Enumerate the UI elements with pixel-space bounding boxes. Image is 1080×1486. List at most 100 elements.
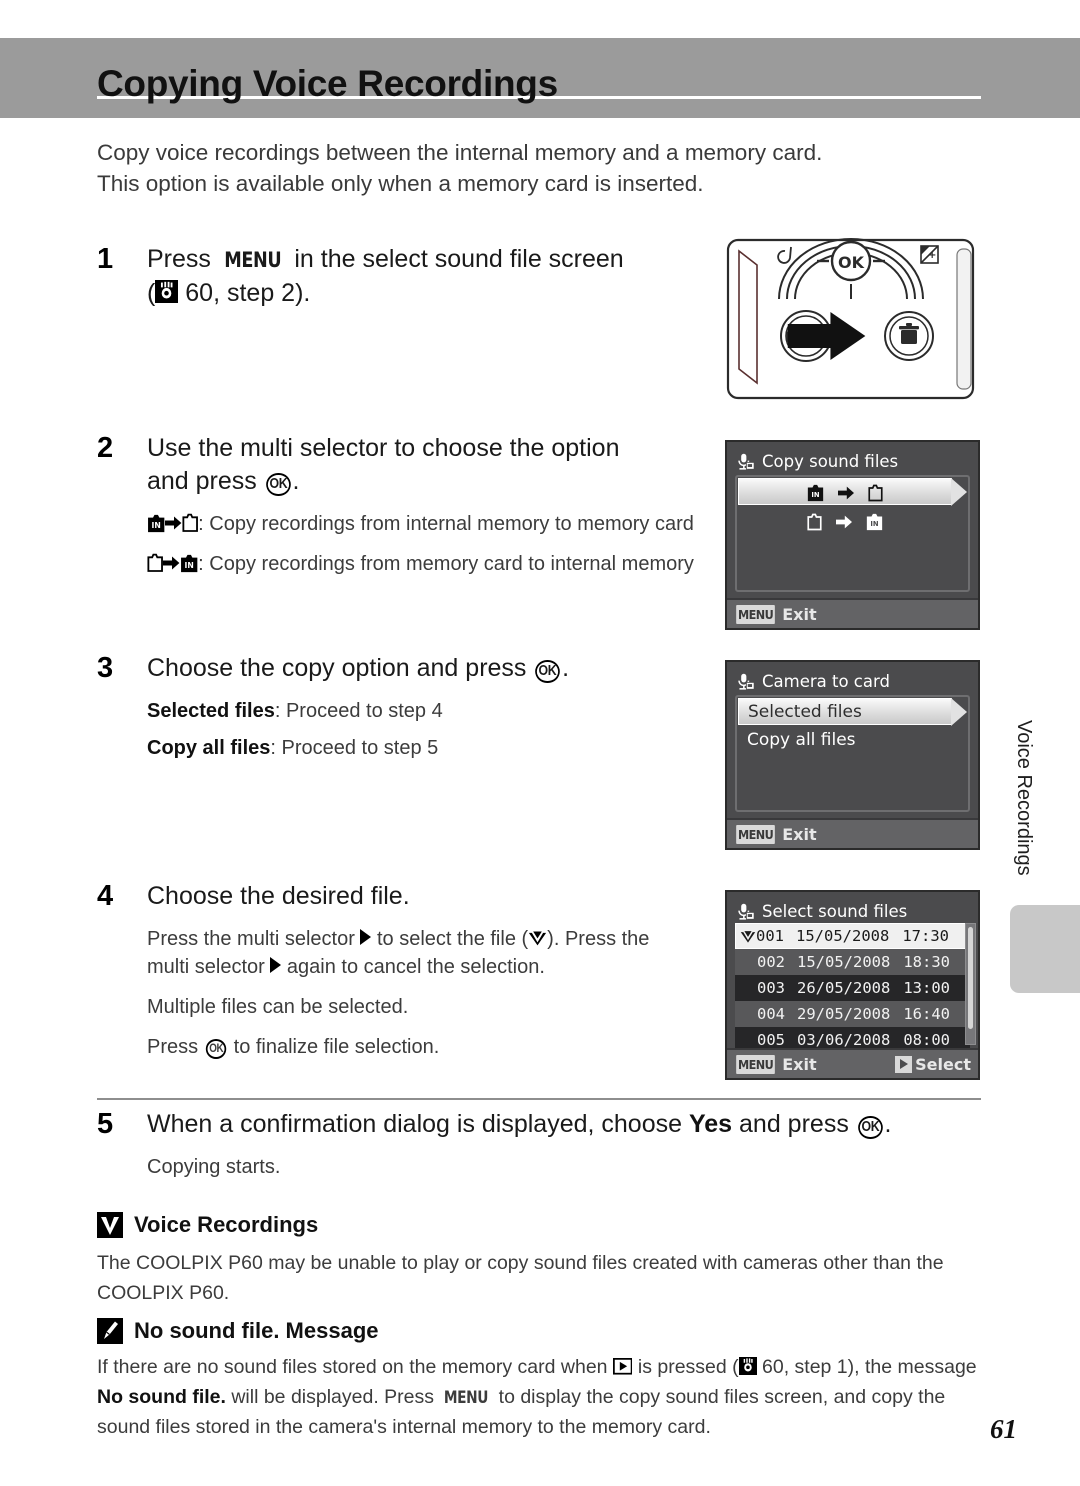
playback-button-icon (612, 1358, 633, 1375)
microphone-icon (736, 452, 755, 471)
step-3-sub-1-text: : Proceed to step 4 (274, 700, 443, 722)
selection-arrow-cap (951, 478, 967, 506)
step-1-text-c: ( (147, 279, 156, 307)
screen-title-row: Camera to card (736, 669, 890, 693)
file-date: 29/05/2008 (797, 1005, 891, 1023)
step-5-text-c: . (884, 1110, 892, 1138)
scrollbar-thumb[interactable] (968, 927, 973, 1029)
internal-memory-icon: IN (866, 513, 883, 530)
screen-title-row: Copy sound files (736, 449, 898, 473)
option-label-copy-all-files: Copy all files (747, 730, 856, 750)
camera-back-illustration: OK + MENU (725, 237, 980, 402)
note-2-heading: No sound file. Message (97, 1318, 379, 1344)
page-title: Copying Voice Recordings (97, 63, 558, 104)
file-date: 15/05/2008 (797, 953, 891, 971)
internal-memory-icon: IN (807, 484, 824, 501)
step-4-text-f: Press (147, 1036, 204, 1058)
note-2-text-d: will be displayed. Press (225, 1386, 440, 1408)
step-2-text-b: and press (147, 467, 264, 495)
memory-card-icon (868, 484, 883, 501)
microphone-icon (736, 902, 755, 921)
pencil-note-icon (97, 1318, 123, 1344)
step-2-number: 2 (97, 432, 114, 464)
list-scrollbar[interactable] (965, 923, 976, 1045)
svg-text:+: + (928, 250, 936, 261)
option-row-card-to-internal[interactable]: IN (738, 508, 952, 535)
file-date: 26/05/2008 (797, 979, 891, 997)
footer-select-group: Select (895, 1055, 971, 1074)
memory-card-icon (807, 513, 822, 530)
step-3-text-a: Choose the copy option and press (147, 654, 534, 682)
file-number: 003 (757, 979, 785, 997)
note-2-text-c: 60, step 1), the message (756, 1356, 977, 1378)
page-number: 61 (990, 1414, 1017, 1444)
file-number: 004 (757, 1005, 785, 1023)
menu-chip-icon: MENU (736, 604, 776, 624)
note-1-heading: Voice Recordings (97, 1212, 318, 1238)
step-5-text-b: and press (732, 1110, 856, 1138)
file-time: 17:30 (902, 927, 949, 945)
step-1: 1 Press MENU in the select sound file sc… (97, 243, 697, 310)
step-2-option-1: IN : Copy recordings from internal memory… (147, 510, 697, 538)
step-2: 2 Use the multi selector to choose the o… (97, 432, 697, 578)
list-item[interactable]: 002 15/05/2008 18:30 (735, 949, 970, 975)
step-4-sub-1: Press the multi selector to select the f… (147, 925, 697, 981)
list-item[interactable]: 003 26/05/2008 13:00 (735, 975, 970, 1001)
intro-paragraph: Copy voice recordings between the intern… (97, 137, 977, 199)
step-2-option-2-text: : Copy recordings from memory card to in… (198, 553, 694, 575)
step-1-heading: Press MENU in the select sound file scre… (147, 243, 697, 310)
step-5-heading: When a confirmation dialog is displayed,… (147, 1108, 981, 1141)
step-3-sub-2-label: Copy all files (147, 737, 271, 759)
intro-line-1: Copy voice recordings between the intern… (97, 140, 823, 165)
file-date: 03/06/2008 (797, 1031, 891, 1049)
svg-text:IN: IN (184, 561, 193, 570)
arrow-right-icon (838, 486, 854, 499)
ok-button-icon: OK (535, 659, 560, 683)
svg-text:IN: IN (870, 520, 879, 528)
menu-button-icon: MENU (444, 1387, 489, 1407)
option-icons: IN (738, 508, 952, 535)
internal-memory-icon: IN (147, 514, 165, 533)
menu-button-icon: MENU (224, 248, 282, 273)
step-3-sub-2-text: : Proceed to step 5 (270, 737, 439, 759)
step-2-text-c: . (292, 467, 300, 495)
step-5: 5 When a confirmation dialog is displaye… (97, 1108, 981, 1181)
list-item[interactable]: 001 15/05/2008 17:30 (735, 923, 970, 949)
arrow-right-icon (165, 515, 182, 531)
screen-footer: MENU Exit (727, 598, 978, 628)
sound-file-list: 001 15/05/2008 17:30 002 15/05/2008 18:3… (735, 923, 970, 1053)
file-time: 16:40 (903, 1005, 950, 1023)
option-row-internal-to-card[interactable]: IN (738, 478, 967, 506)
menu-chip-icon: MENU (736, 1054, 776, 1074)
step-5-text-a: When a confirmation dialog is displayed,… (147, 1110, 689, 1138)
step-3: 3 Choose the copy option and press OK. S… (97, 652, 697, 762)
note-1-title: Voice Recordings (134, 1212, 319, 1237)
note-2-title: No sound file. Message (134, 1318, 379, 1343)
option-row-selected-files[interactable]: Selected files (738, 698, 967, 726)
option-row-copy-all-files[interactable]: Copy all files (738, 727, 952, 754)
step-5-yes-label: Yes (688, 1110, 733, 1138)
footer-exit-label: Exit (782, 604, 817, 624)
selection-check-icon (740, 930, 756, 943)
screen-title-row: Select sound files (736, 899, 907, 923)
step-4-text-b: to select the file ( (371, 928, 529, 950)
step-3-number: 3 (97, 652, 114, 684)
file-number: 002 (757, 953, 785, 971)
footer-exit-label: Exit (782, 1054, 817, 1074)
footer-exit-label: Exit (782, 824, 817, 844)
screen-camera-to-card: Camera to card Selected files Copy all f… (725, 660, 980, 850)
step-2-option-2: IN : Copy recordings from memory card to … (147, 550, 697, 578)
multi-selector-right-icon (270, 957, 282, 973)
side-tab-block (1010, 905, 1080, 993)
arrow-right-icon (163, 555, 180, 571)
side-tab-label: Voice Recordings (1013, 720, 1035, 876)
file-number: 005 (757, 1031, 785, 1049)
step-5-number: 5 (97, 1108, 114, 1140)
screen-copy-sound-files: Copy sound files IN IN MENU Exit (725, 440, 980, 630)
menu-chip-icon: MENU (736, 824, 776, 844)
step-4: 4 Choose the desired file. Press the mul… (97, 880, 697, 1061)
selection-arrow-cap (951, 698, 967, 726)
svg-text:IN: IN (811, 491, 820, 499)
list-item[interactable]: 004 29/05/2008 16:40 (735, 1001, 970, 1027)
step-2-option-1-text: : Copy recordings from internal memory t… (198, 513, 694, 535)
